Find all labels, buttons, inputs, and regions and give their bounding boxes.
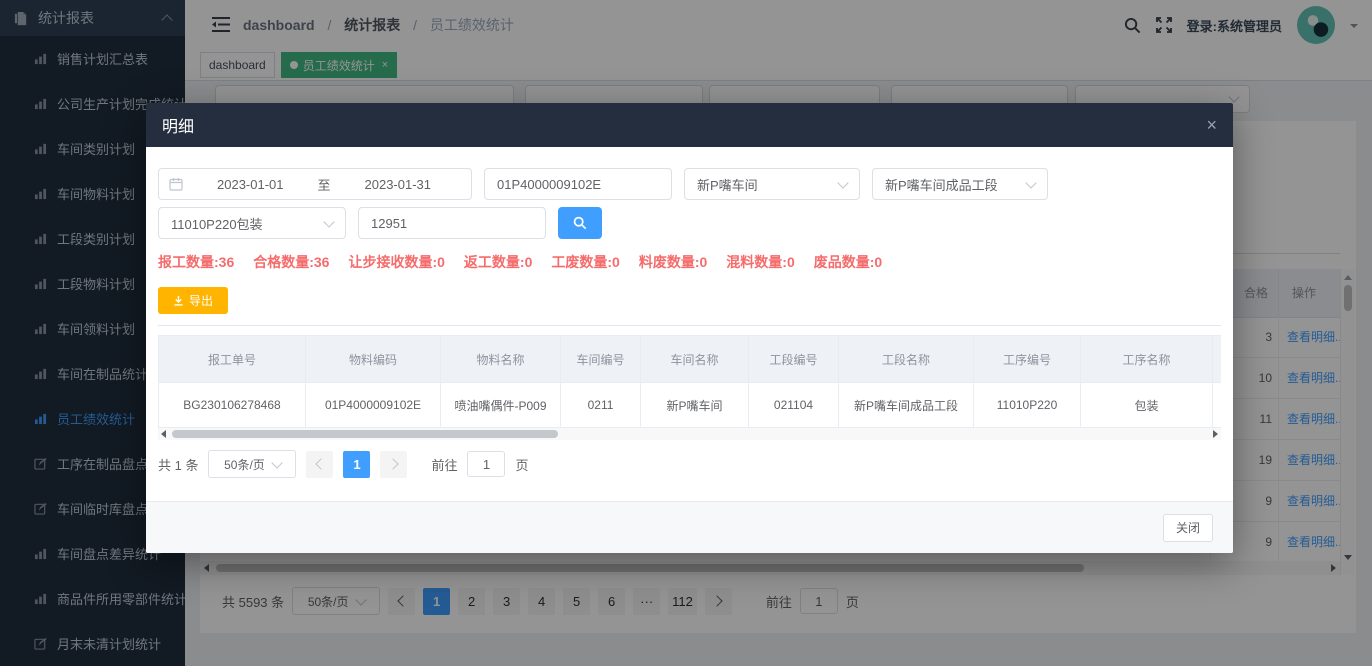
date-end-value[interactable]: 2023-01-31 (335, 177, 462, 192)
col-section-name: 工段名称 (839, 335, 974, 383)
col-workshop-name: 车间名称 (641, 335, 749, 383)
material-code-input[interactable] (484, 168, 672, 200)
cell-section-name: 新P嘴车间成品工段 (839, 383, 974, 428)
process-select[interactable]: 11010P220包装 (158, 207, 346, 239)
col-process-no: 工序编号 (974, 335, 1081, 383)
col-section-no: 工段编号 (749, 335, 839, 383)
chevron-down-icon (1025, 177, 1036, 188)
workshop-select[interactable]: 新P嘴车间 (684, 168, 860, 200)
scroll-right-icon[interactable] (1213, 430, 1218, 438)
col-material-name: 物料名称 (441, 335, 561, 383)
col-report-no: 报工单号 (158, 335, 306, 383)
date-range-picker[interactable]: 2023-01-01 至 2023-01-31 (158, 168, 472, 200)
scroll-left-icon[interactable] (161, 430, 166, 438)
workshop-select-value: 新P嘴车间 (697, 175, 758, 194)
page-size-value: 50条/页 (224, 456, 265, 473)
stat-reported-qty: 报工数量:36 (158, 252, 234, 272)
section-select[interactable]: 新P嘴车间成品工段 (872, 168, 1048, 200)
cell-material-name: 喷油嘴偶件-P009 (441, 383, 561, 428)
stat-mixed-material-qty: 混料数量:0 (726, 252, 794, 272)
chevron-down-icon (837, 177, 848, 188)
cell-material-code: 01P4000009102E (306, 383, 441, 428)
goto-page-input[interactable] (467, 451, 505, 477)
stat-rework-qty: 返工数量:0 (464, 252, 532, 272)
modal-title: 明细 (162, 113, 194, 137)
col-process-name: 工序名称 (1081, 335, 1213, 383)
export-button[interactable]: 导出 (158, 287, 228, 314)
chevron-left-icon (315, 458, 326, 469)
chevron-right-icon (387, 458, 398, 469)
modal-horizontal-scrollbar[interactable] (158, 428, 1221, 440)
next-page-button[interactable] (380, 451, 407, 478)
close-icon[interactable]: × (1206, 116, 1217, 134)
calendar-icon (169, 177, 183, 191)
download-icon (173, 295, 184, 306)
col-clipped (1213, 335, 1221, 383)
search-icon (573, 216, 587, 230)
cell-process-name: 包装 (1081, 383, 1213, 428)
detail-table: 报工单号 物料编码 物料名称 车间编号 车间名称 工段编号 工段名称 工序编号 … (158, 335, 1221, 428)
stat-qualified-qty: 合格数量:36 (253, 252, 329, 272)
process-select-value: 11010P220包装 (171, 214, 263, 233)
modal-body: 2023-01-01 至 2023-01-31 新P嘴车间 新P嘴车间成品工段 … (146, 147, 1233, 501)
detail-modal: 明细 × 2023-01-01 至 2023-01-31 新P嘴车间 (146, 103, 1233, 553)
cell-process-no: 11010P220 (974, 383, 1081, 428)
section-select-value: 新P嘴车间成品工段 (885, 175, 998, 194)
col-workshop-no: 车间编号 (561, 335, 641, 383)
stat-material-scrap-qty: 料废数量:0 (639, 252, 707, 272)
modal-close-button[interactable]: 关闭 (1163, 514, 1213, 542)
chevron-down-icon (271, 457, 282, 468)
cell-clipped (1213, 383, 1221, 428)
app-root: 统计报表 销售计划汇总表 公司生产计划完成统计 车间类别计划 车间物料计划 (0, 0, 1372, 666)
chevron-down-icon (323, 216, 334, 227)
divider (158, 325, 1221, 326)
page-unit-label: 页 (515, 455, 528, 474)
export-label: 导出 (189, 292, 213, 309)
cell-workshop-name: 新P嘴车间 (641, 383, 749, 428)
modal-header: 明细 × (146, 103, 1233, 147)
date-start-value[interactable]: 2023-01-01 (187, 177, 314, 192)
summary-stats: 报工数量:36 合格数量:36 让步接收数量:0 返工数量:0 工废数量:0 料… (158, 252, 1221, 272)
modal-footer: 关闭 (146, 501, 1233, 553)
prev-page-button[interactable] (306, 451, 333, 478)
cell-report-no: BG230106278468 (158, 383, 306, 428)
cell-section-no: 021104 (749, 383, 839, 428)
col-material-code: 物料编码 (306, 335, 441, 383)
scrollbar-thumb[interactable] (172, 430, 558, 438)
page-size-select[interactable]: 50条/页 (208, 450, 296, 478)
page-button-1[interactable]: 1 (343, 451, 370, 478)
employee-input[interactable] (358, 207, 546, 239)
goto-label: 前往 (431, 455, 457, 474)
modal-pagination: 共 1 条 50条/页 1 前往 页 (158, 450, 1221, 478)
date-range-separator: 至 (318, 175, 331, 194)
stat-process-scrap-qty: 工废数量:0 (551, 252, 619, 272)
cell-workshop-no: 0211 (561, 383, 641, 428)
stat-concession-qty: 让步接收数量:0 (348, 252, 444, 272)
total-count: 共 1 条 (158, 455, 198, 474)
search-button[interactable] (558, 207, 602, 239)
stat-waste-qty: 废品数量:0 (814, 252, 882, 272)
detail-table-header: 报工单号 物料编码 物料名称 车间编号 车间名称 工段编号 工段名称 工序编号 … (158, 335, 1221, 383)
table-row: BG230106278468 01P4000009102E 喷油嘴偶件-P009… (158, 383, 1221, 428)
